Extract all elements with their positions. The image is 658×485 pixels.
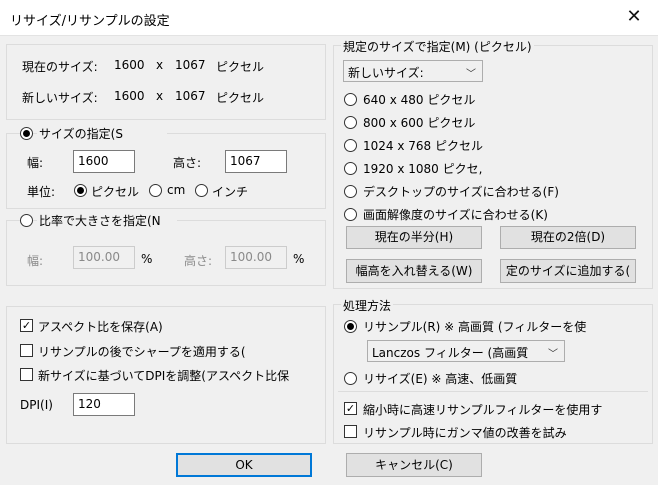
size-width-input[interactable]: 1600: [73, 150, 135, 173]
preset-800-radio[interactable]: [344, 116, 357, 129]
close-icon[interactable]: ✕: [620, 4, 648, 30]
fast-filter-checkbox[interactable]: ✓: [344, 402, 357, 415]
specify-size-radio[interactable]: [20, 127, 33, 140]
cancel-button[interactable]: キャンセル(C): [346, 453, 482, 477]
unit-inch-radio[interactable]: [195, 184, 208, 197]
chevron-down-icon: ﹀: [548, 349, 558, 360]
add-preset-button[interactable]: 定のサイズに追加する(: [500, 259, 636, 283]
ratio-height-unit: %: [293, 252, 305, 266]
current-size-x: x: [156, 58, 164, 72]
window-title: リサイズ/リサンプルの設定: [10, 14, 170, 29]
preset-1920-label: 1920 x 1080 ピクセ,: [363, 162, 483, 176]
fast-filter-label: 縮小時に高速リサンプルフィルターを使用す: [363, 403, 603, 417]
method-legend: 処理方法: [341, 297, 394, 314]
preset-dropdown[interactable]: 新しいサイズ: ﹀: [343, 60, 483, 82]
current-size-unit: ピクセル: [216, 60, 265, 74]
size-height-label: 高さ:: [173, 156, 202, 170]
unit-pixel-label: ピクセル: [91, 185, 140, 199]
preset-legend: 規定のサイズで指定(M) (ピクセル): [341, 38, 534, 55]
current-size-width: 1600: [114, 58, 145, 72]
preset-640-radio[interactable]: [344, 93, 357, 106]
dpi-label: DPI(I): [20, 398, 53, 412]
chevron-down-icon: ﹀: [466, 69, 476, 80]
double-size-button[interactable]: 現在の2倍(D): [500, 226, 636, 249]
sharpen-label: リサンプルの後でシャープを適用する(: [38, 345, 246, 359]
ratio-width-unit: %: [141, 252, 153, 266]
size-height-input[interactable]: 1067: [225, 150, 287, 173]
ok-button[interactable]: OK: [176, 453, 312, 477]
half-size-button[interactable]: 現在の半分(H): [346, 226, 482, 249]
preset-1024-label: 1024 x 768 ピクセル: [363, 139, 483, 153]
new-size-width: 1600: [114, 89, 145, 103]
ratio-width-label: 幅:: [27, 254, 44, 268]
new-size-height: 1067: [175, 89, 206, 103]
preset-640-label: 640 x 480 ピクセル: [363, 93, 476, 107]
resample-radio[interactable]: [344, 320, 357, 333]
preset-1920-radio[interactable]: [344, 162, 357, 175]
preset-dropdown-value: 新しいサイズ:: [348, 66, 424, 80]
resample-label: リサンプル(R) ※ 高画質 (フィルターを使: [363, 320, 587, 334]
preset-screen-radio[interactable]: [344, 208, 357, 221]
current-size-height: 1067: [175, 58, 206, 72]
preset-desktop-radio[interactable]: [344, 185, 357, 198]
swap-width-height-button[interactable]: 幅高を入れ替える(W): [346, 259, 482, 283]
gamma-checkbox[interactable]: [344, 425, 357, 438]
unit-cm-radio[interactable]: [149, 184, 162, 197]
preset-desktop-label: デスクトップのサイズに合わせる(F): [363, 185, 559, 199]
specify-size-label: サイズの指定(S: [37, 125, 167, 142]
resize-radio[interactable]: [344, 372, 357, 385]
method-divider: [338, 391, 648, 392]
resize-label: リサイズ(E) ※ 高速、低画質: [363, 372, 518, 386]
specify-ratio-radio[interactable]: [20, 214, 33, 227]
preset-1024-radio[interactable]: [344, 139, 357, 152]
unit-label: 単位:: [27, 185, 56, 199]
current-size-label: 現在のサイズ:: [22, 60, 98, 74]
dpi-adjust-checkbox[interactable]: [20, 368, 33, 381]
dpi-adjust-label: 新サイズに基づいてDPIを調整(アスペクト比保: [38, 369, 290, 383]
filter-dropdown[interactable]: Lanczos フィルター (高画質 ﹀: [367, 340, 565, 362]
ratio-height-label: 高さ:: [184, 254, 213, 268]
unit-inch-label: インチ: [212, 185, 249, 199]
dpi-input[interactable]: 120: [73, 393, 135, 416]
sharpen-checkbox[interactable]: [20, 344, 33, 357]
new-size-unit: ピクセル: [216, 91, 265, 105]
unit-pixel-radio[interactable]: [74, 184, 87, 197]
filter-dropdown-value: Lanczos フィルター (高画質: [372, 346, 529, 360]
size-width-label: 幅:: [27, 156, 44, 170]
keep-aspect-label: アスペクト比を保存(A): [38, 320, 163, 334]
specify-ratio-label: 比率で大きさを指定(N: [37, 212, 177, 229]
ratio-width-input[interactable]: 100.00: [73, 246, 135, 269]
preset-800-label: 800 x 600 ピクセル: [363, 116, 476, 130]
new-size-label: 新しいサイズ:: [22, 91, 98, 105]
size-info-group: [6, 44, 326, 120]
gamma-label: リサンプル時にガンマ値の改善を試み: [363, 426, 567, 440]
ratio-height-input[interactable]: 100.00: [225, 246, 287, 269]
unit-cm-label: cm: [167, 183, 186, 197]
keep-aspect-checkbox[interactable]: ✓: [20, 319, 33, 332]
preset-screen-label: 画面解像度のサイズに合わせる(K): [363, 208, 548, 222]
new-size-x: x: [156, 89, 164, 103]
